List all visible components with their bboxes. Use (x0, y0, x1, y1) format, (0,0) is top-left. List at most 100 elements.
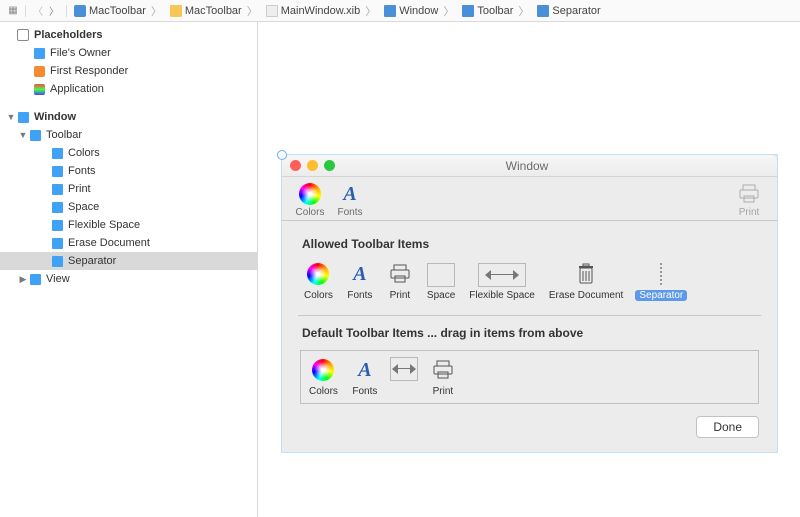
allowed-item-print[interactable]: Print (385, 261, 415, 301)
outline-label: Separator (68, 255, 116, 267)
breadcrumb-label: Toolbar (477, 5, 513, 17)
allowed-item-separator[interactable]: Separator (635, 261, 687, 301)
close-icon[interactable] (290, 160, 301, 171)
default-items-row[interactable]: Colors A Fonts Print (300, 350, 759, 404)
default-items-title: Default Toolbar Items ... drag in items … (302, 326, 759, 340)
outline-label: Erase Document (68, 237, 150, 249)
breadcrumb-folder[interactable]: MacToolbar〉 (168, 3, 262, 19)
outline-label: First Responder (50, 65, 128, 77)
item-label: Space (425, 290, 457, 301)
item-label: Fonts (350, 386, 379, 397)
outline-label: View (46, 273, 70, 285)
outline-item-fonts[interactable]: Fonts (0, 162, 257, 180)
jump-bar: ▦ 〈 〉 MacToolbar〉 MacToolbar〉 MainWindow… (0, 0, 800, 22)
outline-label: Fonts (68, 165, 96, 177)
toolbar-item-icon (52, 202, 63, 213)
resize-handle[interactable] (277, 150, 287, 160)
toolbar-item-fonts[interactable]: A Fonts (330, 181, 370, 218)
traffic-lights (290, 160, 335, 171)
space-icon (427, 263, 455, 287)
toolbar-item-icon (52, 238, 63, 249)
placeholder-icon (17, 29, 29, 41)
minimize-icon[interactable] (307, 160, 318, 171)
window-icon (18, 112, 29, 123)
toolbar-item-icon (52, 184, 63, 195)
outline-item-view[interactable]: ▶View (0, 270, 257, 288)
toolbar-item-colors[interactable]: Colors (290, 181, 330, 218)
cube-icon (34, 48, 45, 59)
breadcrumb-window[interactable]: Window〉 (382, 3, 458, 19)
toolbar-item-icon (52, 148, 63, 159)
flexible-space-icon (392, 363, 416, 375)
responder-icon (34, 66, 45, 77)
flexible-space-icon (485, 269, 519, 281)
done-button[interactable]: Done (696, 416, 759, 438)
allowed-item-erase-document[interactable]: Erase Document (547, 261, 625, 301)
outline-item-window[interactable]: ▼Window (0, 108, 257, 126)
allowed-items-row: Colors AFonts Print Space Flexible Space… (300, 261, 759, 309)
breadcrumb-label: Separator (552, 5, 600, 17)
breadcrumb-separator[interactable]: Separator (535, 5, 602, 17)
outline-section-placeholders[interactable]: Placeholders (0, 26, 257, 44)
allowed-item-colors[interactable]: Colors (302, 261, 335, 301)
allowed-items-title: Allowed Toolbar Items (302, 237, 759, 251)
breadcrumb-project[interactable]: MacToolbar〉 (72, 3, 166, 19)
window-object[interactable]: Window Colors A Fonts Print Allowed T (281, 154, 778, 453)
item-label: Colors (307, 386, 340, 397)
outline-item-colors[interactable]: Colors (0, 144, 257, 162)
breadcrumb-label: Window (399, 5, 438, 17)
fonts-icon: A (353, 263, 366, 286)
item-label: Erase Document (547, 290, 625, 301)
canvas[interactable]: Window Colors A Fonts Print Allowed T (258, 22, 800, 517)
default-item-flexible-space[interactable] (390, 357, 418, 397)
outline-item-first-responder[interactable]: First Responder (0, 62, 257, 80)
printer-icon (385, 261, 415, 287)
outline-label: Colors (68, 147, 100, 159)
outline-item-space[interactable]: Space (0, 198, 257, 216)
toolbar-item-label: Fonts (337, 207, 362, 218)
outline-item-files-owner[interactable]: File's Owner (0, 44, 257, 62)
default-item-fonts[interactable]: A Fonts (350, 357, 380, 397)
item-label: Flexible Space (467, 290, 537, 301)
document-outline[interactable]: Placeholders File's Owner First Responde… (0, 22, 258, 517)
allowed-item-fonts[interactable]: AFonts (345, 261, 375, 301)
window-toolbar[interactable]: Colors A Fonts Print (282, 177, 777, 221)
outline-item-erase-document[interactable]: Erase Document (0, 234, 257, 252)
fonts-icon: A (358, 359, 371, 382)
toolbar-item-icon (52, 256, 63, 267)
outline-label: Toolbar (46, 129, 82, 141)
breadcrumb-file[interactable]: MainWindow.xib〉 (264, 3, 380, 19)
separator-icon (660, 263, 662, 285)
item-label: Print (388, 290, 413, 301)
related-items-icon[interactable]: ▦ (6, 4, 20, 18)
view-icon (30, 274, 41, 285)
default-item-print[interactable]: Print (428, 357, 458, 397)
color-wheel-icon (299, 183, 321, 205)
allowed-item-space[interactable]: Space (425, 263, 457, 301)
forward-button[interactable]: 〉 (47, 4, 61, 18)
toolbar-icon (30, 130, 41, 141)
toolbar-item-icon (52, 166, 63, 177)
toolbar-item-label: Colors (296, 207, 325, 218)
printer-icon (428, 357, 458, 383)
toolbar-item-print[interactable]: Print (729, 181, 769, 218)
toolbar-config-panel: Allowed Toolbar Items Colors AFonts Prin… (282, 221, 777, 452)
window-titlebar[interactable]: Window (282, 155, 777, 177)
breadcrumb-toolbar[interactable]: Toolbar〉 (460, 3, 533, 19)
outline-label: Application (50, 83, 104, 95)
outline-item-separator[interactable]: Separator (0, 252, 257, 270)
outline-item-toolbar[interactable]: ▼Toolbar (0, 126, 257, 144)
outline-item-print[interactable]: Print (0, 180, 257, 198)
toolbar-item-label: Print (739, 207, 760, 218)
default-item-colors[interactable]: Colors (307, 357, 340, 397)
back-button[interactable]: 〈 (31, 4, 45, 18)
color-wheel-icon (307, 263, 329, 285)
breadcrumb-label: MacToolbar (185, 5, 242, 17)
outline-label: Placeholders (34, 29, 102, 41)
trash-icon (571, 261, 601, 287)
zoom-icon[interactable] (324, 160, 335, 171)
outline-label: Flexible Space (68, 219, 140, 231)
outline-item-flexible-space[interactable]: Flexible Space (0, 216, 257, 234)
outline-item-application[interactable]: Application (0, 80, 257, 98)
allowed-item-flexible-space[interactable]: Flexible Space (467, 263, 537, 301)
